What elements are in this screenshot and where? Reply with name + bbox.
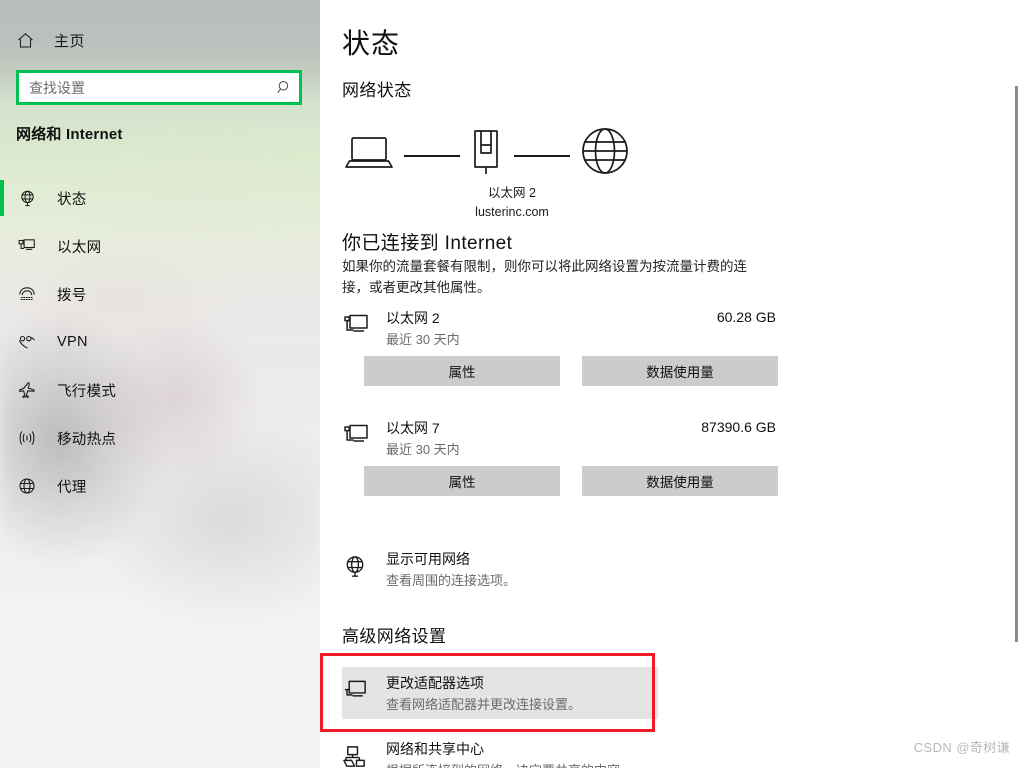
- adapter-row: 以太网 7 最近 30 天内 87390.6 GB: [342, 418, 776, 462]
- adapter-row: 以太网 2 最近 30 天内 60.28 GB: [342, 308, 776, 352]
- sidebar-item-label: 代理: [57, 476, 87, 497]
- sharing-center-icon: [342, 744, 370, 768]
- sidebar-item-dialup[interactable]: 拨号: [0, 270, 320, 318]
- connection-status-description: 如果你的流量套餐有限制，则你可以将此网络设置为按流量计费的连接，或者更改其他属性…: [342, 256, 772, 298]
- network-port-icon: [470, 128, 502, 183]
- selection-indicator: [0, 180, 4, 216]
- sidebar-item-mobile-hotspot[interactable]: 移动热点: [0, 414, 320, 462]
- link-title: 更改适配器选项: [386, 673, 484, 693]
- adapter-subtitle: 最近 30 天内: [386, 439, 460, 458]
- watermark: CSDN @奇树谦: [914, 737, 1010, 756]
- home-label: 主页: [54, 30, 85, 51]
- vpn-icon: [14, 329, 40, 355]
- sidebar-nav-list: 状态 以太网: [0, 174, 320, 510]
- sidebar-item-label: VPN: [57, 334, 88, 350]
- adapter-name: 以太网 2: [386, 308, 440, 328]
- available-networks-icon: [342, 554, 370, 582]
- ethernet-icon: [14, 233, 40, 259]
- home-nav-item[interactable]: 主页: [0, 20, 320, 60]
- dialup-icon: [14, 281, 40, 307]
- selection-indicator: [0, 372, 4, 408]
- hotspot-icon: [14, 425, 40, 451]
- topology-link-right: [514, 155, 570, 157]
- adapter-button-row: 属性 数据使用量: [342, 466, 776, 496]
- ethernet-monitor-icon: [342, 422, 370, 450]
- globe-icon: [580, 126, 630, 181]
- topology-adapter-name: 以太网 2: [432, 184, 592, 203]
- data-usage-button[interactable]: 数据使用量: [582, 466, 778, 496]
- link-subtitle: 查看网络适配器并更改连接设置。: [386, 694, 581, 713]
- link-title: 网络和共享中心: [386, 739, 484, 759]
- sidebar-item-proxy[interactable]: 代理: [0, 462, 320, 510]
- selection-indicator: [0, 324, 4, 360]
- connection-status-title: 你已连接到 Internet: [342, 228, 512, 255]
- search-icon[interactable]: [269, 73, 299, 102]
- settings-sidebar: 主页 网络和 Internet: [0, 0, 320, 768]
- laptop-icon: [344, 134, 394, 179]
- network-status-heading: 网络状态: [342, 76, 412, 101]
- sidebar-item-vpn[interactable]: VPN: [0, 318, 320, 366]
- adapter-options-icon: [342, 678, 370, 706]
- sidebar-item-label: 以太网: [57, 236, 101, 257]
- sidebar-item-ethernet[interactable]: 以太网: [0, 222, 320, 270]
- settings-main-pane: 状态 网络状态: [320, 0, 1024, 768]
- topology-caption: 以太网 2 lusterinc.com: [432, 184, 592, 222]
- adapter-usage-value: 60.28 GB: [717, 309, 776, 325]
- scrollbar-thumb[interactable]: [1015, 86, 1018, 642]
- search-input[interactable]: [19, 73, 269, 102]
- proxy-globe-icon: [14, 473, 40, 499]
- main-scrollbar[interactable]: [1008, 0, 1024, 768]
- adapter-subtitle: 最近 30 天内: [386, 329, 460, 348]
- sidebar-item-label: 拨号: [57, 284, 87, 305]
- adapter-button-row: 属性 数据使用量: [342, 356, 776, 386]
- selection-indicator: [0, 228, 4, 264]
- link-subtitle: 根据所连接到的网络，决定要共享的内容。: [386, 760, 633, 768]
- airplane-icon: [14, 377, 40, 403]
- properties-button[interactable]: 属性: [364, 356, 560, 386]
- sidebar-item-label: 状态: [57, 188, 87, 209]
- adapter-block-ethernet-2: 以太网 2 最近 30 天内 60.28 GB 属性 数据使用量: [342, 308, 776, 386]
- sidebar-group-title: 网络和 Internet: [16, 123, 123, 144]
- properties-button[interactable]: 属性: [364, 466, 560, 496]
- link-title: 显示可用网络: [386, 549, 470, 569]
- adapter-name: 以太网 7: [386, 418, 440, 438]
- selection-indicator: [0, 420, 4, 456]
- page-title: 状态: [342, 22, 400, 62]
- network-topology-diagram: 以太网 2 lusterinc.com: [342, 122, 662, 217]
- status-globe-icon: [14, 185, 40, 211]
- sidebar-item-label: 移动热点: [57, 428, 116, 449]
- selection-indicator: [0, 468, 4, 504]
- selection-indicator: [0, 276, 4, 312]
- settings-window: 主页 网络和 Internet: [0, 0, 1024, 768]
- topology-domain: lusterinc.com: [432, 203, 592, 222]
- advanced-settings-heading: 高级网络设置: [342, 622, 446, 647]
- link-subtitle: 查看周围的连接选项。: [386, 570, 516, 589]
- change-adapter-options-link[interactable]: 更改适配器选项 查看网络适配器并更改连接设置。: [342, 674, 642, 716]
- sidebar-item-label: 飞行模式: [57, 380, 116, 401]
- search-box[interactable]: [16, 70, 302, 105]
- network-sharing-center-link[interactable]: 网络和共享中心 根据所连接到的网络，决定要共享的内容。: [342, 740, 642, 768]
- home-icon: [12, 27, 38, 53]
- topology-link-left: [404, 155, 460, 157]
- adapter-block-ethernet-7: 以太网 7 最近 30 天内 87390.6 GB 属性 数据使用量: [342, 418, 776, 496]
- show-available-networks-link[interactable]: 显示可用网络 查看周围的连接选项。: [342, 550, 642, 592]
- sidebar-item-airplane-mode[interactable]: 飞行模式: [0, 366, 320, 414]
- ethernet-monitor-icon: [342, 312, 370, 340]
- adapter-usage-value: 87390.6 GB: [701, 419, 776, 435]
- sidebar-item-status[interactable]: 状态: [0, 174, 320, 222]
- data-usage-button[interactable]: 数据使用量: [582, 356, 778, 386]
